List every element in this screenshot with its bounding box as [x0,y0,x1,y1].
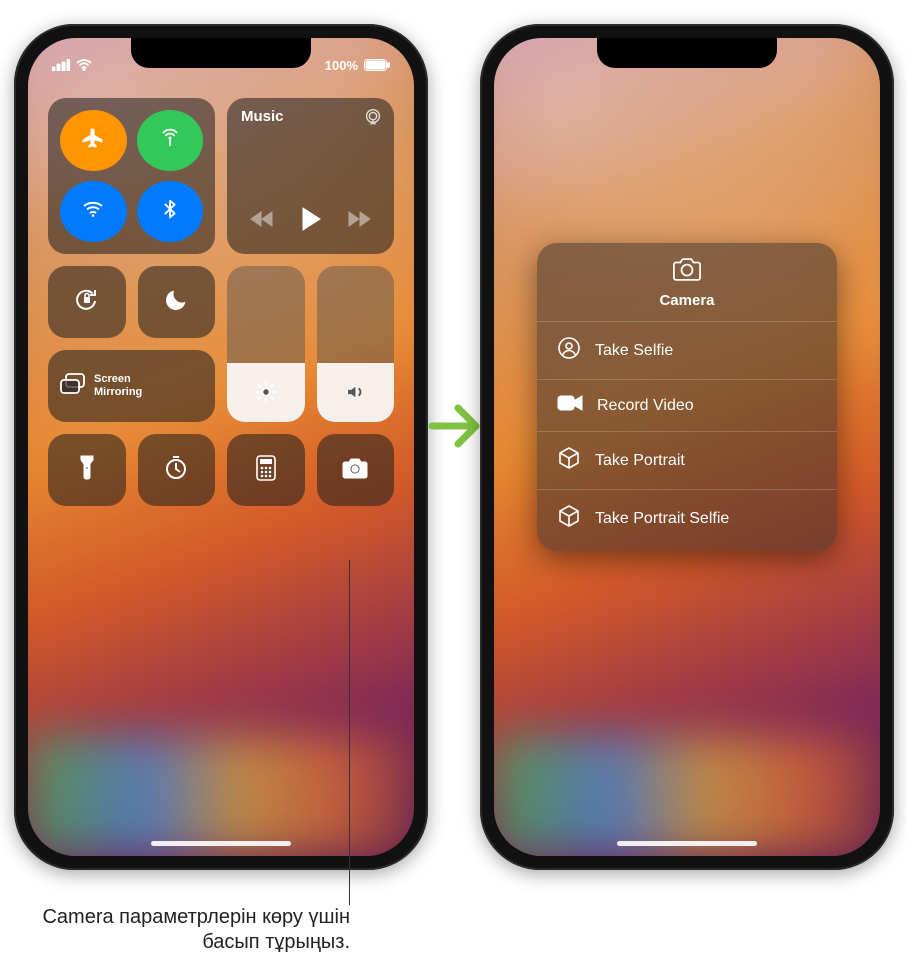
dock-blur [494,736,880,856]
home-indicator[interactable] [151,841,291,846]
brightness-icon [255,381,277,408]
connectivity-module[interactable] [48,98,215,254]
screen-mirroring-icon [58,372,88,401]
wifi-toggle[interactable] [60,181,127,242]
action-record-video[interactable]: Record Video [537,379,837,431]
action-label: Take Selfie [595,342,673,360]
camera-button[interactable] [317,434,395,506]
wifi-status-icon [76,59,92,71]
music-module[interactable]: Music [227,98,394,254]
action-take-portrait[interactable]: Take Portrait [537,431,837,489]
video-camera-icon [557,394,583,417]
music-label: Music [241,108,284,125]
phone-left: 100% [14,24,428,870]
cube-icon [557,446,581,475]
cellular-toggle[interactable] [137,110,204,171]
volume-icon [344,381,366,408]
action-label: Take Portrait Selfie [595,510,729,528]
calculator-button[interactable] [227,434,305,506]
selfie-person-icon [557,336,581,365]
flashlight-icon [78,454,96,487]
bluetooth-toggle[interactable] [137,181,204,242]
cube-icon [557,504,581,533]
airplane-toggle[interactable] [60,110,127,171]
rotation-lock-toggle[interactable] [48,266,126,338]
screen-mirroring-label: Screen Mirroring [94,373,142,399]
battery-percent: 100% [325,58,358,73]
timer-button[interactable] [138,434,216,506]
cellular-antenna-icon [158,126,182,155]
action-take-selfie[interactable]: Take Selfie [537,321,837,379]
next-track-icon[interactable] [345,209,371,234]
popup-title: Camera [659,292,714,309]
previous-track-icon[interactable] [250,209,276,234]
rotation-lock-icon [73,286,101,319]
battery-icon [364,59,390,71]
notch [131,38,311,68]
home-indicator[interactable] [617,841,757,846]
bluetooth-icon [159,198,181,225]
flashlight-button[interactable] [48,434,126,506]
action-label: Take Portrait [595,452,685,470]
screen-mirroring-button[interactable]: Screen Mirroring [48,350,215,422]
brightness-slider[interactable] [227,266,305,422]
phone-right: Camera Take Selfie Record Video [480,24,894,870]
transition-arrow-icon [428,400,482,457]
control-center: Music [48,98,394,506]
action-take-portrait-selfie[interactable]: Take Portrait Selfie [537,489,837,547]
airplane-icon [81,126,105,155]
timer-icon [163,455,189,486]
wifi-icon [81,197,105,226]
play-icon[interactable] [300,207,322,236]
do-not-disturb-toggle[interactable] [138,266,216,338]
callout-leader-line [349,560,350,905]
signal-bars-icon [52,59,70,71]
action-label: Record Video [597,397,694,415]
camera-icon [341,457,369,484]
notch [597,38,777,68]
calculator-icon [256,455,276,486]
volume-slider[interactable] [317,266,395,422]
callout-text: Camera параметрлерін көру үшін басып тұр… [40,905,350,955]
moon-icon [163,287,189,318]
camera-icon [671,257,703,286]
airplay-icon[interactable] [362,106,384,133]
camera-quick-actions-popup: Camera Take Selfie Record Video [537,243,837,551]
dock-blur [28,736,414,856]
